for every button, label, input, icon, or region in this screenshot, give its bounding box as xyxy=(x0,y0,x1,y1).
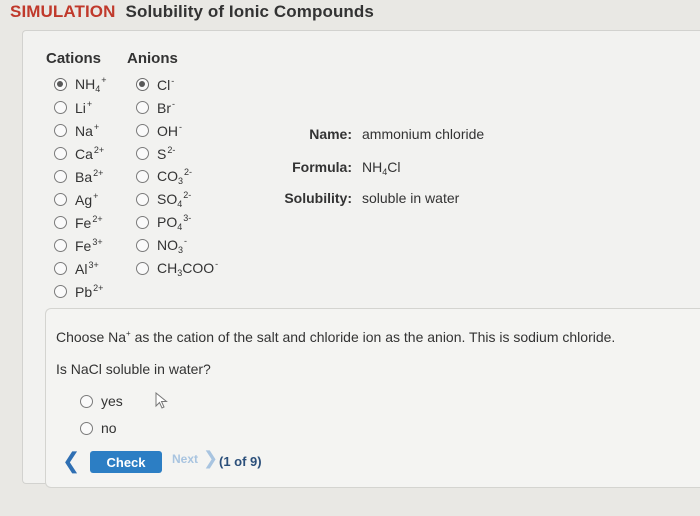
radio-button[interactable] xyxy=(54,77,67,91)
page-header: SIMULATION Solubility of Ionic Compounds xyxy=(10,2,374,22)
solubility-value: soluble in water xyxy=(362,190,460,206)
cations-heading: Cations xyxy=(46,50,102,67)
option-label: yes xyxy=(101,393,123,409)
cation-label: NH4+ xyxy=(75,74,107,94)
radio-button[interactable] xyxy=(54,123,67,137)
radio-button[interactable] xyxy=(54,169,67,183)
anions-heading: Anions xyxy=(127,50,178,67)
radio-button[interactable] xyxy=(54,238,67,252)
cation-option[interactable]: Ba2+ xyxy=(54,166,103,186)
cation-option[interactable]: Ag+ xyxy=(54,189,98,209)
anion-option[interactable]: Cl- xyxy=(136,74,174,94)
formula-row: Formula: NH4Cl xyxy=(270,159,400,177)
cation-label: Ca2+ xyxy=(75,144,105,162)
cursor-icon xyxy=(155,392,168,409)
anion-label: CO32- xyxy=(157,166,193,186)
radio-button[interactable] xyxy=(54,215,67,229)
radio-button[interactable] xyxy=(136,169,149,183)
radio-button[interactable] xyxy=(136,100,149,114)
radio-button[interactable] xyxy=(80,394,93,408)
radio-button[interactable] xyxy=(54,192,67,206)
anion-option[interactable]: NO3- xyxy=(136,235,187,255)
cation-label: Ba2+ xyxy=(75,167,104,185)
cation-option[interactable]: Fe2+ xyxy=(54,212,103,232)
cation-label: Pb2+ xyxy=(75,282,104,300)
radio-button[interactable] xyxy=(54,261,67,275)
anion-label: Br- xyxy=(157,98,175,116)
anion-label: S2- xyxy=(157,144,176,162)
cation-option[interactable]: Li+ xyxy=(54,97,92,117)
name-row: Name: ammonium chloride xyxy=(270,126,484,142)
anion-label: Cl- xyxy=(157,75,175,93)
radio-button[interactable] xyxy=(80,421,93,435)
cation-label: Al3+ xyxy=(75,259,99,277)
anion-option[interactable]: Br- xyxy=(136,97,175,117)
anion-option[interactable]: CH3COO- xyxy=(136,258,218,278)
radio-button[interactable] xyxy=(136,192,149,206)
anion-label: OH- xyxy=(157,121,182,139)
radio-button[interactable] xyxy=(136,146,149,160)
anion-option[interactable]: OH- xyxy=(136,120,182,140)
radio-button[interactable] xyxy=(54,284,67,298)
cation-option[interactable]: Fe3+ xyxy=(54,235,103,255)
solubility-label: Solubility: xyxy=(284,190,352,206)
formula-value: NH4Cl xyxy=(362,159,401,177)
simulation-label: SIMULATION xyxy=(10,2,116,21)
page-counter: (1 of 9) xyxy=(219,454,262,469)
name-value: ammonium chloride xyxy=(362,126,485,142)
option-label: no xyxy=(101,420,117,436)
answer-option-yes[interactable]: yes xyxy=(80,391,123,411)
radio-button[interactable] xyxy=(136,215,149,229)
cation-option[interactable]: Pb2+ xyxy=(54,281,103,301)
anion-option[interactable]: S2- xyxy=(136,143,175,163)
anion-option[interactable]: CO32- xyxy=(136,166,192,186)
check-button[interactable]: Check xyxy=(90,451,162,473)
page-title: Solubility of Ionic Compounds xyxy=(125,2,374,21)
anion-label: SO42- xyxy=(157,189,192,209)
cation-label: Na+ xyxy=(75,121,100,139)
radio-button[interactable] xyxy=(136,123,149,137)
question-text: Is NaCl soluble in water? xyxy=(56,361,211,377)
cation-option[interactable]: NH4+ xyxy=(54,74,107,94)
solubility-row: Solubility: soluble in water xyxy=(270,190,459,206)
cation-label: Fe2+ xyxy=(75,213,103,231)
cation-label: Fe3+ xyxy=(75,236,103,254)
cation-option[interactable]: Al3+ xyxy=(54,258,99,278)
anion-option[interactable]: PO43- xyxy=(136,212,191,232)
radio-button[interactable] xyxy=(54,146,67,160)
radio-button[interactable] xyxy=(54,100,67,114)
name-label: Name: xyxy=(309,126,352,142)
question-prompt: Choose Na+ as the cation of the salt and… xyxy=(56,329,616,345)
cation-option[interactable]: Na+ xyxy=(54,120,99,140)
anion-label: NO3- xyxy=(157,235,188,255)
next-link[interactable]: Next xyxy=(172,452,198,466)
next-chevron-icon[interactable]: ❯ xyxy=(203,449,218,467)
cation-label: Ag+ xyxy=(75,190,99,208)
formula-label: Formula: xyxy=(292,159,352,175)
anion-label: PO43- xyxy=(157,212,192,232)
back-arrow-icon[interactable]: ❮ xyxy=(62,450,80,472)
anion-option[interactable]: SO42- xyxy=(136,189,191,209)
answer-option-no[interactable]: no xyxy=(80,418,117,438)
cation-option[interactable]: Ca2+ xyxy=(54,143,104,163)
radio-button[interactable] xyxy=(136,261,149,275)
anion-label: CH3COO- xyxy=(157,258,219,278)
radio-button[interactable] xyxy=(136,238,149,252)
cation-label: Li+ xyxy=(75,98,93,116)
radio-button[interactable] xyxy=(136,77,149,91)
